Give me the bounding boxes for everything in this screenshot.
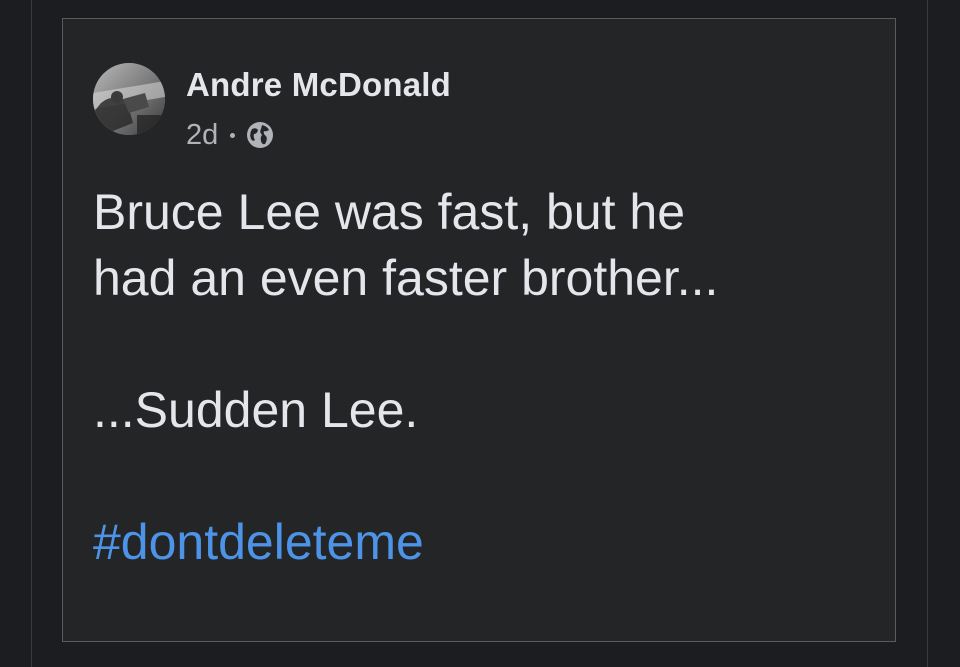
- hashtag-link[interactable]: #dontdeleteme: [93, 514, 424, 570]
- post-body: Bruce Lee was fast, but he had an even f…: [93, 179, 883, 575]
- page: Andre McDonald 2d Bruce Lee was fast, bu…: [0, 0, 960, 667]
- globe-icon[interactable]: [245, 120, 275, 150]
- post-line: ...Sudden Lee.: [93, 382, 419, 438]
- post-timestamp[interactable]: 2d: [186, 119, 218, 152]
- avatar[interactable]: [93, 63, 165, 135]
- post-card: Andre McDonald 2d Bruce Lee was fast, bu…: [62, 18, 896, 642]
- post-line: had an even faster brother...: [93, 250, 719, 306]
- left-divider: [31, 0, 32, 667]
- author-name[interactable]: Andre McDonald: [186, 66, 451, 104]
- post-line: Bruce Lee was fast, but he: [93, 184, 686, 240]
- avatar-photo: [93, 63, 165, 135]
- right-divider: [927, 0, 928, 667]
- post-meta: 2d: [186, 118, 275, 152]
- separator-dot: [230, 132, 236, 138]
